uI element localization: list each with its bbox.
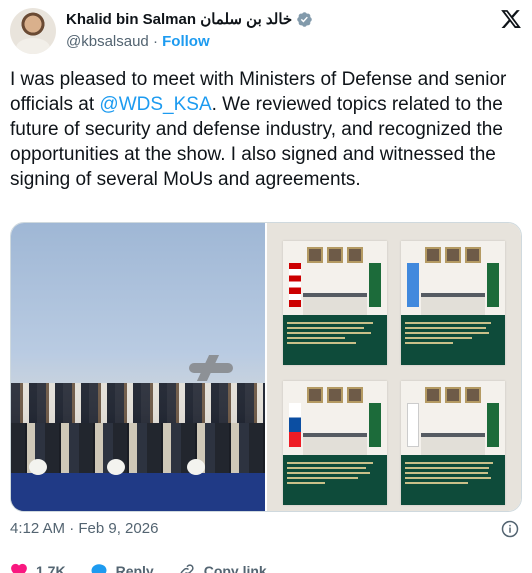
portraits [423, 387, 483, 403]
reply-button[interactable]: Reply [90, 562, 154, 573]
separator-dot: · [152, 33, 158, 50]
link-icon [180, 564, 194, 573]
tweet-timestamp[interactable]: 4:12 AM · Feb 9, 2026 [10, 520, 158, 537]
portraits [305, 247, 365, 263]
aircraft-shape [189, 363, 233, 373]
flag-saudi [487, 403, 499, 447]
flower-arrangement [29, 459, 47, 475]
heart-icon [11, 563, 27, 573]
flag-malaysia [289, 263, 301, 307]
portraits [305, 387, 365, 403]
x-logo-icon[interactable] [500, 8, 522, 30]
flower-arrangement [187, 459, 205, 475]
reply-label: Reply [115, 563, 154, 573]
tweet-media [10, 222, 522, 512]
flag-slovakia [289, 403, 301, 447]
author-handle[interactable]: @kbsalsaud [66, 33, 149, 50]
flag-korea [407, 403, 419, 447]
reply-bubble-icon [91, 564, 107, 573]
mou-caption [283, 455, 387, 505]
mou-caption [401, 315, 505, 365]
flag-saudi [369, 403, 381, 447]
follow-button[interactable]: Follow [162, 33, 210, 50]
flag-saudi [369, 263, 381, 307]
copy-link-label: Copy link [203, 563, 267, 573]
tweet-actions: 1.7K Reply Copy link [10, 556, 522, 573]
group-photo[interactable] [11, 223, 265, 511]
mou-collage-photo[interactable] [265, 223, 521, 511]
tweet-text: I was pleased to meet with Ministers of … [10, 67, 524, 192]
info-icon[interactable] [501, 520, 519, 538]
mou-caption [283, 315, 387, 365]
blue-carpet [11, 473, 265, 511]
author-name-row: Khalid bin Salman خالد بن سلمان [66, 10, 313, 28]
mou-caption [401, 455, 505, 505]
author-handle-row: @kbsalsaud · Follow [66, 33, 210, 50]
mou-panel-somalia [401, 241, 505, 365]
like-count: 1.7K [36, 563, 66, 573]
mou-panel-korea [401, 381, 505, 505]
author-name[interactable]: Khalid bin Salman خالد بن سلمان [66, 10, 292, 28]
copy-link-button[interactable]: Copy link [178, 562, 267, 573]
mou-panel-slovakia [283, 381, 387, 505]
portraits [423, 247, 483, 263]
mou-panel-malaysia [283, 241, 387, 365]
tweet-header: Khalid bin Salman خالد بن سلمان @kbsalsa… [10, 8, 522, 56]
flag-saudi [487, 263, 499, 307]
verified-badge-icon [297, 11, 312, 27]
flag-somalia [407, 263, 419, 307]
like-button[interactable]: 1.7K [10, 562, 66, 573]
mention-link[interactable]: @WDS_KSA [99, 94, 211, 115]
author-avatar[interactable] [10, 8, 56, 54]
flower-arrangement [107, 459, 125, 475]
